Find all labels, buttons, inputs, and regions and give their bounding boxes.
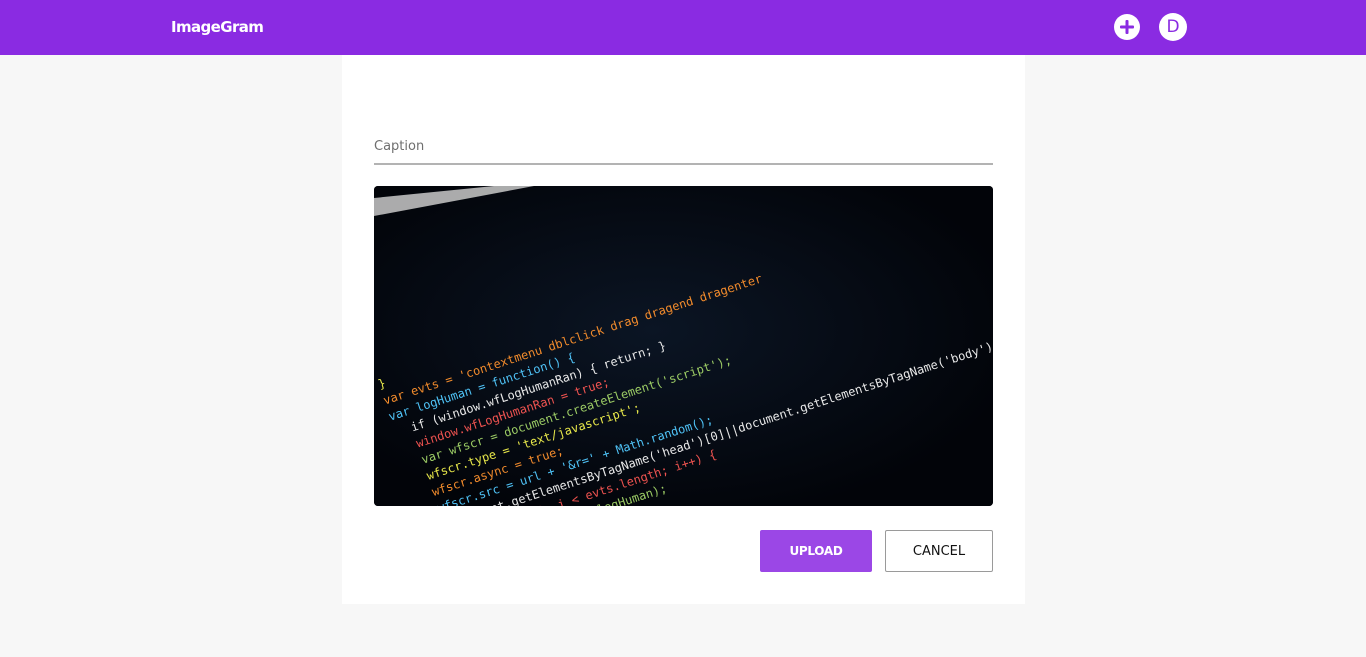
upload-button[interactable]: UPLOAD (760, 530, 872, 572)
user-avatar[interactable]: D (1159, 13, 1187, 41)
plus-icon (1120, 20, 1134, 34)
avatar-initial: D (1166, 17, 1180, 37)
code-screenshot-image: }var evts = 'contextmenu dblclick drag d… (374, 186, 993, 506)
add-post-button[interactable] (1114, 14, 1140, 40)
upload-card: }var evts = 'contextmenu dblclick drag d… (342, 55, 1025, 604)
cancel-button[interactable]: CANCEL (885, 530, 993, 572)
top-navbar: ImageGram D (0, 0, 1366, 55)
caption-input[interactable] (374, 129, 993, 165)
brand-logo[interactable]: ImageGram (171, 17, 264, 37)
image-preview: } var evts = 'contextmenu dblclick drag d… (374, 186, 993, 506)
